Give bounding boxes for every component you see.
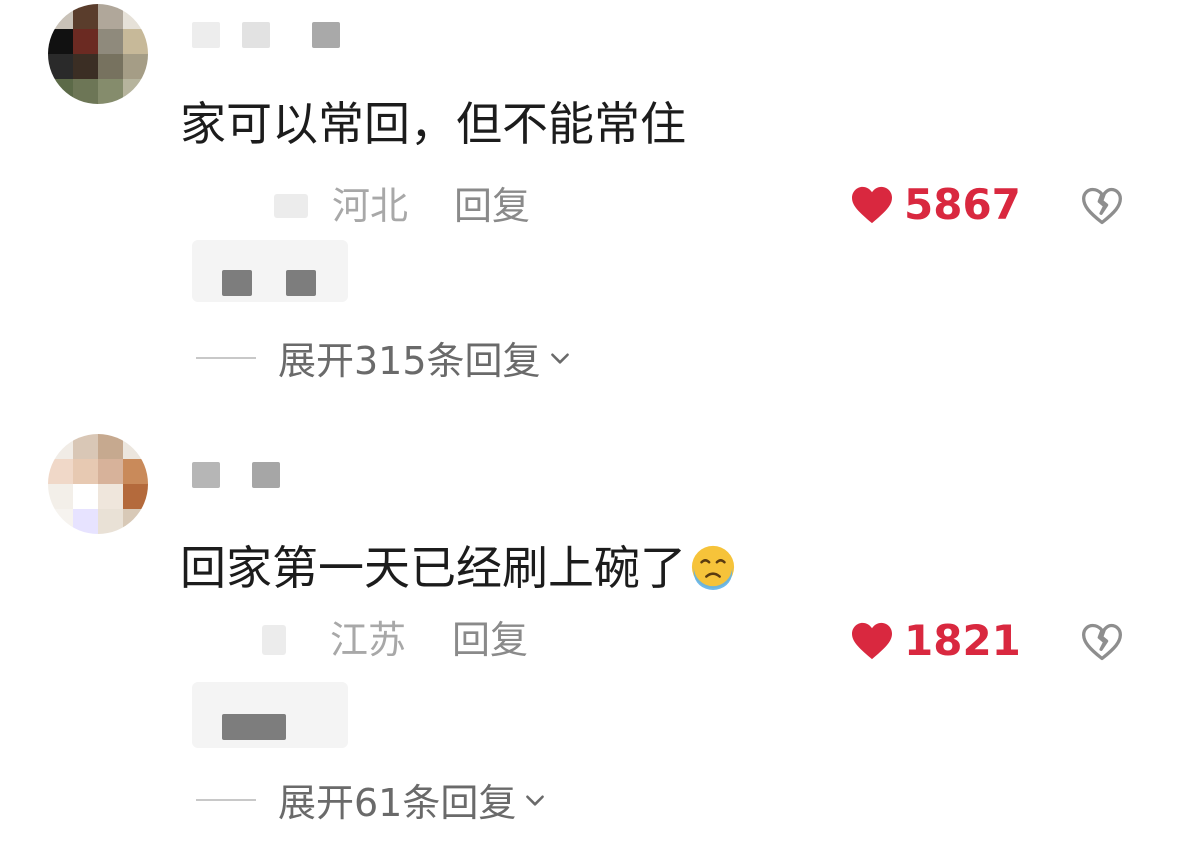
comment-item: 家可以常回，但不能常住 河北 回复 5867 展开315条回复 [0,0,1179,420]
expand-replies-label: 展开61条回复 [278,781,517,825]
comment-text: 回家第一天已经刷上碗了 [180,540,736,596]
location-label: 江苏 [330,618,407,662]
username-blurred[interactable] [192,462,280,488]
avatar[interactable] [48,4,148,104]
avatar[interactable] [48,434,148,534]
broken-heart-icon[interactable] [1080,620,1124,664]
comment-text-content: 回家第一天已经刷上碗了 [180,541,686,595]
like-button[interactable]: 1821 [850,616,1021,665]
reply-button[interactable]: 回复 [454,184,530,228]
like-count: 1821 [904,616,1021,665]
timestamp-blurred [274,194,308,218]
comment-text: 家可以常回，但不能常住 [180,97,686,151]
expand-replies-button[interactable]: 展开61条回复 [196,772,548,827]
crying-face-emoji [691,545,735,590]
sub-reply-preview-blurred[interactable] [192,682,348,748]
chevron-down-icon [550,352,569,364]
like-count: 5867 [904,180,1021,229]
heart-icon [852,622,892,659]
like-button[interactable]: 5867 [850,180,1021,229]
divider [196,798,256,801]
heart-icon [852,186,892,223]
chevron-down-icon [526,794,545,806]
comment-item: 回家第一天已经刷上碗了 江苏 回复 1821 展开61条回复 [0,420,1179,855]
reply-button[interactable]: 回复 [452,618,528,662]
comment-meta: 江苏 回复 [262,618,528,662]
comment-meta: 河北 回复 [274,184,530,228]
username-blurred[interactable] [192,22,340,48]
timestamp-blurred [262,625,286,655]
sub-reply-preview-blurred[interactable] [192,240,348,302]
broken-heart-icon[interactable] [1080,184,1124,228]
location-label: 河北 [332,184,409,228]
expand-replies-label: 展开315条回复 [278,339,541,383]
divider [196,356,256,359]
expand-replies-button[interactable]: 展开315条回复 [196,330,573,385]
